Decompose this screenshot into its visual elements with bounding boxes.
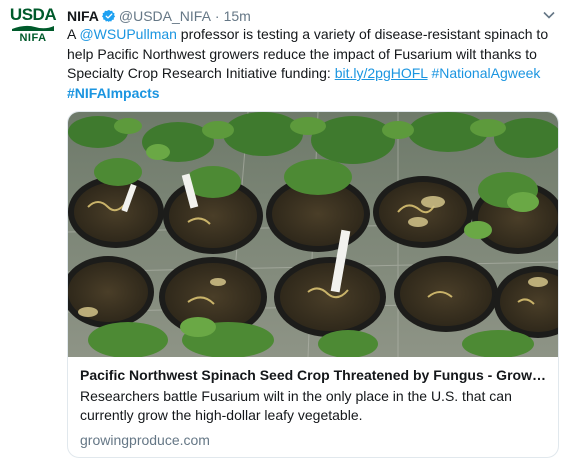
spinach-pots-photo [68,112,558,357]
card-description: Researchers battle Fusarium wilt in the … [80,388,512,423]
chevron-down-icon[interactable] [542,8,556,22]
card-title[interactable]: Pacific Northwest Spinach Seed Crop Thre… [80,366,546,385]
link-preview-card[interactable]: Pacific Northwest Spinach Seed Crop Thre… [67,111,559,458]
usda-logo-swoosh-icon [11,24,55,31]
hashtag-link[interactable]: #NIFAImpacts [67,85,160,101]
tweet-text-part: A [67,26,80,42]
verified-badge-icon [101,9,116,23]
short-url-link[interactable]: bit.ly/2pgHOFL [335,65,428,81]
timestamp[interactable]: 15m [224,8,251,24]
mention-link[interactable]: @WSUPullman [79,26,176,42]
tweet-header: NIFA @USDA_NIFA · 15m [67,7,556,25]
card-image[interactable] [68,112,558,357]
tweet-text: A @WSUPullman professor is testing a var… [67,25,562,103]
separator-dot: · [214,8,220,24]
usda-logo-text: USDA [9,5,57,24]
avatar[interactable]: USDA NIFA [9,5,57,52]
card-domain: growingproduce.com [80,432,210,448]
user-handle[interactable]: @USDA_NIFA [119,8,211,24]
hashtag-link[interactable]: #NationalAgweek [431,65,540,81]
display-name[interactable]: NIFA [67,8,99,24]
nifa-logo-text: NIFA [19,32,47,44]
